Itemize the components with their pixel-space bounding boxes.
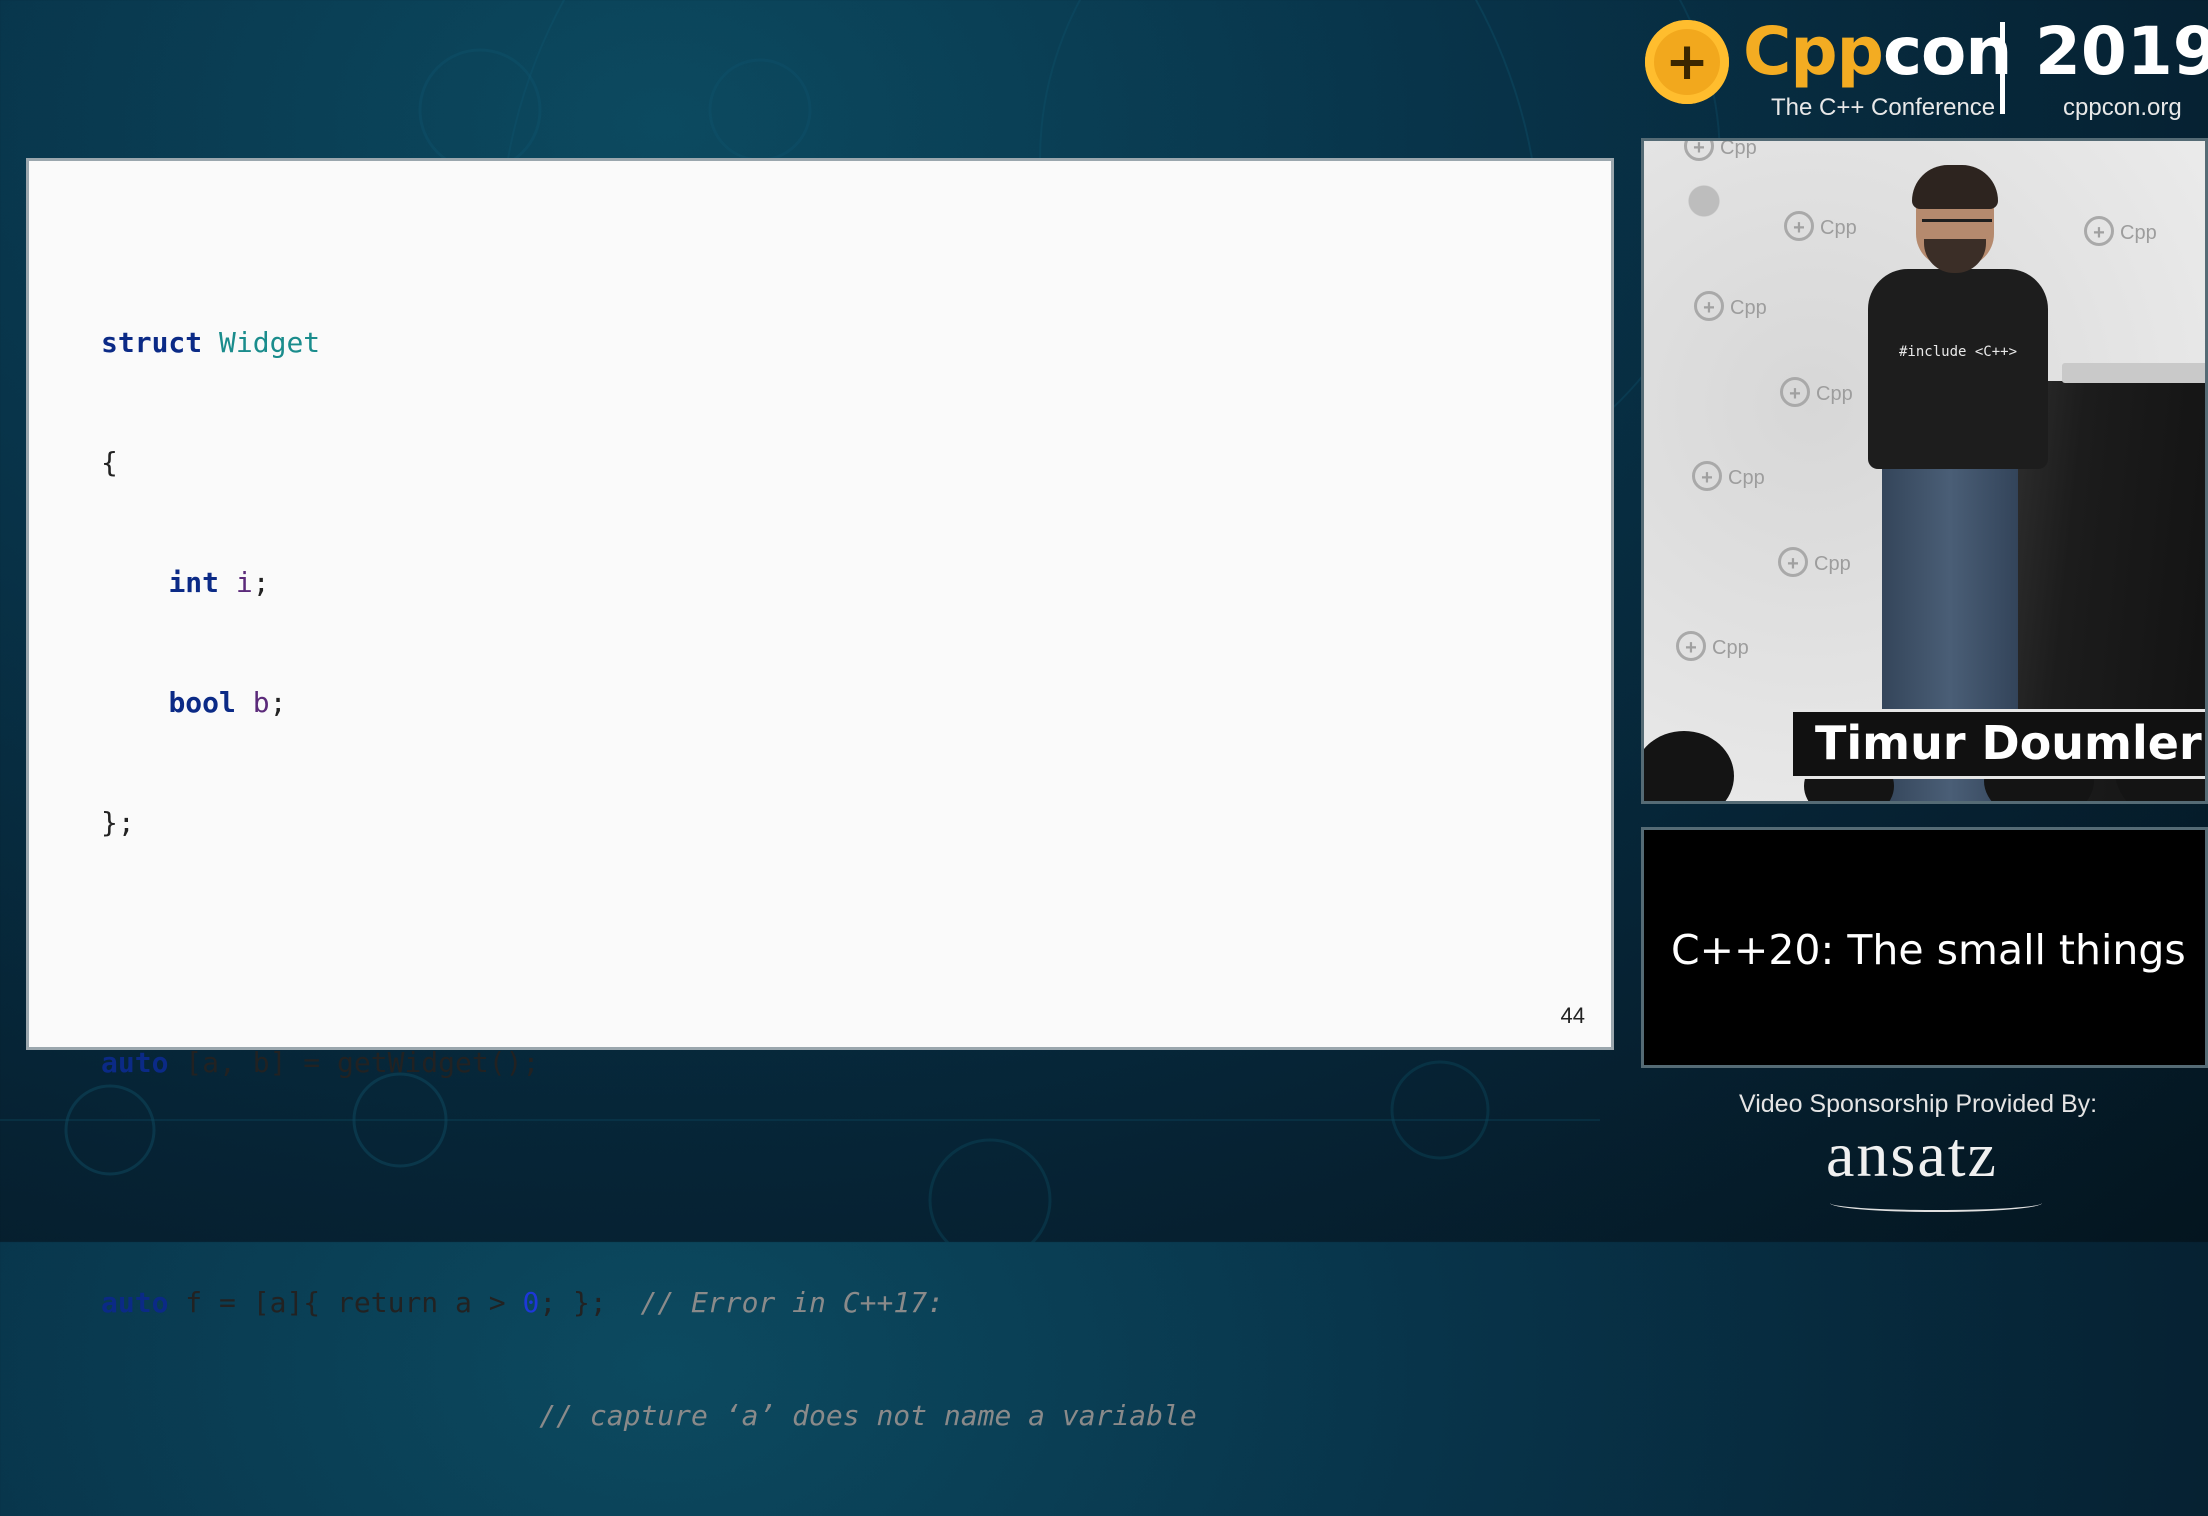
logo-wordmark: Cppcon xyxy=(1743,13,2012,90)
code-line-comment: // capture ‘a’ does not name a variable xyxy=(539,1399,1197,1432)
logo-url: cppcon.org xyxy=(2063,94,2182,121)
code-line-int-member: int i; xyxy=(168,566,270,599)
talk-title-box: C++20: The small things xyxy=(1641,827,2208,1068)
speaker-name-tag: Timur Doumler xyxy=(1790,709,2205,779)
backdrop-cpp-logo: Cpp xyxy=(1780,377,1853,407)
speaker-video: Cpp Cpp Cpp Cpp Cpp Cpp Cpp Cpp #include… xyxy=(1641,138,2208,804)
speaker-name: Timur Doumler xyxy=(1815,716,2202,770)
backdrop-cpp-logo: Cpp xyxy=(1694,291,1767,321)
code-line-bool-member: bool b; xyxy=(168,686,287,719)
speaker-shirt-text: #include <C++> xyxy=(1899,344,2018,360)
cppcon-plus-icon: + xyxy=(1645,20,1729,104)
code-line-open-brace: { xyxy=(101,446,118,479)
backdrop-cpp-logo: Cpp xyxy=(2084,216,2157,246)
sponsor-swoosh xyxy=(1830,1194,2042,1212)
logo-year: 2019 xyxy=(2035,13,2208,90)
cppcon-logo: + Cppcon The C++ Conference 2019 cppcon.… xyxy=(1645,13,2208,126)
backdrop-cpp-logo: Cpp xyxy=(1692,461,1765,491)
sponsor-label: Video Sponsorship Provided By: xyxy=(1739,1090,2098,1118)
backdrop-cpp-logo: Cpp xyxy=(1778,547,1851,577)
logo-tagline: The C++ Conference xyxy=(1771,94,1996,121)
talk-title: C++20: The small things xyxy=(1671,926,2186,974)
code-line-close-brace: }; xyxy=(101,806,135,839)
presentation-slide: struct Widget { int i; bool b; }; auto [… xyxy=(26,158,1614,1432)
speaker-glasses xyxy=(1922,219,1992,236)
logo-divider xyxy=(2000,22,2005,114)
slide-page-number: 44 xyxy=(1560,1003,1585,1028)
backdrop-cpp-logo: Cpp xyxy=(1684,141,1757,161)
laptop xyxy=(2062,363,2205,383)
code-line-struct: struct Widget xyxy=(101,326,321,359)
speaker-body xyxy=(1868,269,2048,469)
code-line-lambda: auto f = [a]{ return a > 0; }; // Error … xyxy=(101,1286,944,1319)
sponsor-logo: ansatz xyxy=(1826,1119,1998,1190)
code-line-structured-binding: auto [a, b] = getWidget(); xyxy=(101,1046,540,1079)
code-block: struct Widget { int i; bool b; }; auto [… xyxy=(101,243,1197,1516)
backdrop-cpp-logo: Cpp xyxy=(1676,631,1749,661)
backdrop-cpp-logo: Cpp xyxy=(1784,211,1857,241)
